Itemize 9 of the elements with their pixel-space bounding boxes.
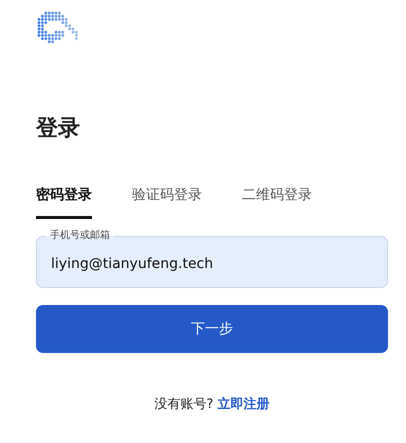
login-tab[interactable]: 密码登录 [36,186,92,219]
next-button[interactable]: 下一步 [36,305,388,353]
signup-prompt: 没有账号? [154,396,214,413]
signup-link[interactable]: 立即注册 [217,395,270,413]
logo-icon [36,10,78,46]
field-label: 手机号或邮箱 [46,229,114,242]
login-tab[interactable]: 验证码登录 [132,186,202,219]
page-title: 登录 [36,115,81,143]
login-tab[interactable]: 二维码登录 [242,186,312,219]
